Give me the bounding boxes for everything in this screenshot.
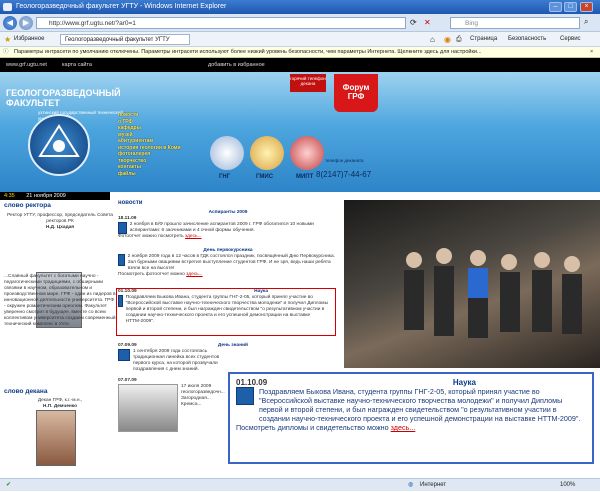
- news-icon: [118, 222, 127, 234]
- mipt-label[interactable]: МИПТ: [296, 174, 313, 180]
- gmis-emblem-icon[interactable]: [250, 136, 284, 170]
- gng-emblem-icon[interactable]: [210, 136, 244, 170]
- zoom-more-link[interactable]: здесь...: [391, 423, 416, 432]
- news-link-prefix: Посмотреть фотоотчет можно: [118, 272, 187, 277]
- information-bar[interactable]: ⓘ Параметры интрасети по умолчанию отклю…: [0, 47, 600, 58]
- dean-photo: [36, 410, 76, 466]
- zoom-level[interactable]: 100%: [560, 479, 575, 492]
- gmis-label[interactable]: ГМИС: [256, 174, 273, 180]
- infobar-close-icon[interactable]: ×: [590, 47, 593, 57]
- zoom-news-text: Поздравляем Быкова Ивана, студента групп…: [259, 387, 581, 423]
- news-more-link[interactable]: здесь...: [185, 234, 201, 239]
- close-button[interactable]: ×: [580, 2, 593, 12]
- globe-icon: ◍: [408, 482, 414, 488]
- news-text: 2 ноября в Б/Ф прошло зачисление аспиран…: [129, 222, 314, 233]
- site-header: ГЕОЛОГОРАЗВЕДОЧНЫЙ ФАКУЛЬТЕТ ухтинский г…: [0, 72, 600, 192]
- news-item: 07.09.09 День знаний 1 сентября 2009 года…: [118, 343, 338, 373]
- current-date: 21 ноября 2009: [26, 193, 66, 199]
- infobar-text: Параметры интрасети по умолчанию отключе…: [14, 49, 482, 55]
- news-item: Аспиранты 2009 18.11.09 2 ноября в Б/Ф п…: [118, 210, 338, 240]
- rector-text: ...Славный факультет с богатыми научно -…: [4, 274, 116, 327]
- done-icon: ✔: [6, 482, 12, 488]
- news-text: 2 ноября 2009 года в 12 часов в ГДК сост…: [127, 254, 335, 271]
- news-item: День первокурсника 2 ноября 2009 года в …: [118, 248, 338, 278]
- date-bar: 4:35 21 ноября 2009: [0, 192, 110, 200]
- sitemap-link[interactable]: карта сайта: [62, 58, 92, 72]
- zoom-news-icon: [236, 387, 254, 405]
- news-text: 1 сентября 2009 года состоялась традицио…: [133, 349, 220, 372]
- webpage: www.grf.ugtu.net карта сайта добавить в …: [0, 58, 600, 478]
- rector-name: Н.Д. Цхадая: [45, 225, 75, 230]
- current-time: 4:35: [4, 193, 15, 199]
- phone-label: телефон деканата: [325, 158, 364, 163]
- browser-tab[interactable]: Геологоразведочный факультет УГТУ: [60, 34, 190, 45]
- rector-heading: слово ректора: [4, 202, 51, 209]
- print-icon[interactable]: ⎙: [456, 32, 462, 47]
- address-input[interactable]: http://www.grf.ugtu.net/?ar0=1: [36, 17, 406, 29]
- news-more-link[interactable]: здесь...: [186, 272, 202, 277]
- refresh-icon[interactable]: ⟳: [410, 18, 420, 28]
- news-text: 17 июля 2009 геологоразведочн... Загород…: [181, 384, 225, 407]
- site-domain: www.grf.ugtu.net: [6, 62, 47, 68]
- tools-menu[interactable]: Сервис: [560, 32, 581, 47]
- forward-button[interactable]: ▶: [19, 16, 33, 30]
- maximize-button[interactable]: □: [564, 2, 577, 12]
- favorites-toolbar: ★ Избранное Геологоразведочный факультет…: [0, 32, 600, 47]
- zoom-news-date: 01.10.09: [236, 378, 268, 387]
- rector-intro: Ректор УГТУ, профессор, председатель Сов…: [7, 213, 113, 224]
- ie-icon: [3, 3, 12, 11]
- page-menu[interactable]: Страница: [470, 32, 497, 47]
- home-icon[interactable]: ⌂: [430, 32, 435, 47]
- news-photo: [118, 384, 178, 432]
- favorites-star-icon[interactable]: ★: [4, 32, 11, 47]
- phone-number: 8(2147)7-44-67: [316, 170, 372, 179]
- search-input[interactable]: Bing: [450, 17, 580, 29]
- zoomed-news-callout: 01.10.09 Наука Поздравляем Быкова Ивана, …: [228, 372, 594, 464]
- back-button[interactable]: ◀: [3, 16, 17, 30]
- window-title: Геологоразведочный факультет УГТУ - Wind…: [16, 3, 227, 10]
- forum-button[interactable]: Форум ГРФ: [334, 74, 378, 112]
- news-photo-large: [344, 200, 600, 368]
- menu-item-files[interactable]: файлы: [118, 171, 196, 178]
- favorites-button[interactable]: Избранное: [14, 32, 44, 47]
- minimize-button[interactable]: –: [549, 2, 562, 12]
- news-heading: новости: [118, 200, 143, 206]
- info-icon: ⓘ: [3, 49, 9, 55]
- gng-label[interactable]: ГНГ: [219, 174, 230, 180]
- faculty-title: ГЕОЛОГОРАЗВЕДОЧНЫЙ ФАКУЛЬТЕТ: [6, 88, 121, 108]
- feeds-icon[interactable]: ◉: [444, 32, 451, 47]
- zone-label[interactable]: Интернет: [420, 479, 446, 492]
- search-icon[interactable]: ⌕: [584, 17, 588, 27]
- window-titlebar: Геологоразведочный факультет УГТУ - Wind…: [0, 0, 600, 14]
- news-link-prefix: Фотоотчет можно посмотреть: [118, 234, 186, 239]
- address-toolbar: ◀ ▶ http://www.grf.ugtu.net/?ar0=1 ⟳ ✕ B…: [0, 14, 600, 32]
- stop-icon[interactable]: ✕: [424, 18, 434, 28]
- main-menu: новости о ГРФ кафедры музей абитуриентам…: [118, 112, 196, 177]
- status-bar: ✔ ◍ Интернет 100%: [0, 478, 600, 491]
- add-favorites-link[interactable]: добавить в избранное: [208, 58, 265, 72]
- zoom-news-title[interactable]: Наука: [453, 378, 476, 387]
- news-item: 07.07.09 17 июля 2009 геологоразведочн..…: [118, 378, 228, 432]
- hotline-button[interactable]: горячий телефон декана: [290, 74, 326, 92]
- faculty-logo-icon: [28, 114, 90, 176]
- site-topnav: www.grf.ugtu.net карта сайта добавить в …: [0, 58, 600, 72]
- mipt-emblem-icon[interactable]: [290, 136, 324, 170]
- news-icon: [118, 349, 130, 361]
- highlight-box: [116, 288, 336, 336]
- zoom-link-prefix: Посмотреть дипломы и свидетельство можно: [236, 423, 391, 432]
- news-icon: [118, 254, 125, 266]
- security-menu[interactable]: Безопасность: [508, 32, 546, 47]
- dean-heading: слово декана: [4, 388, 48, 395]
